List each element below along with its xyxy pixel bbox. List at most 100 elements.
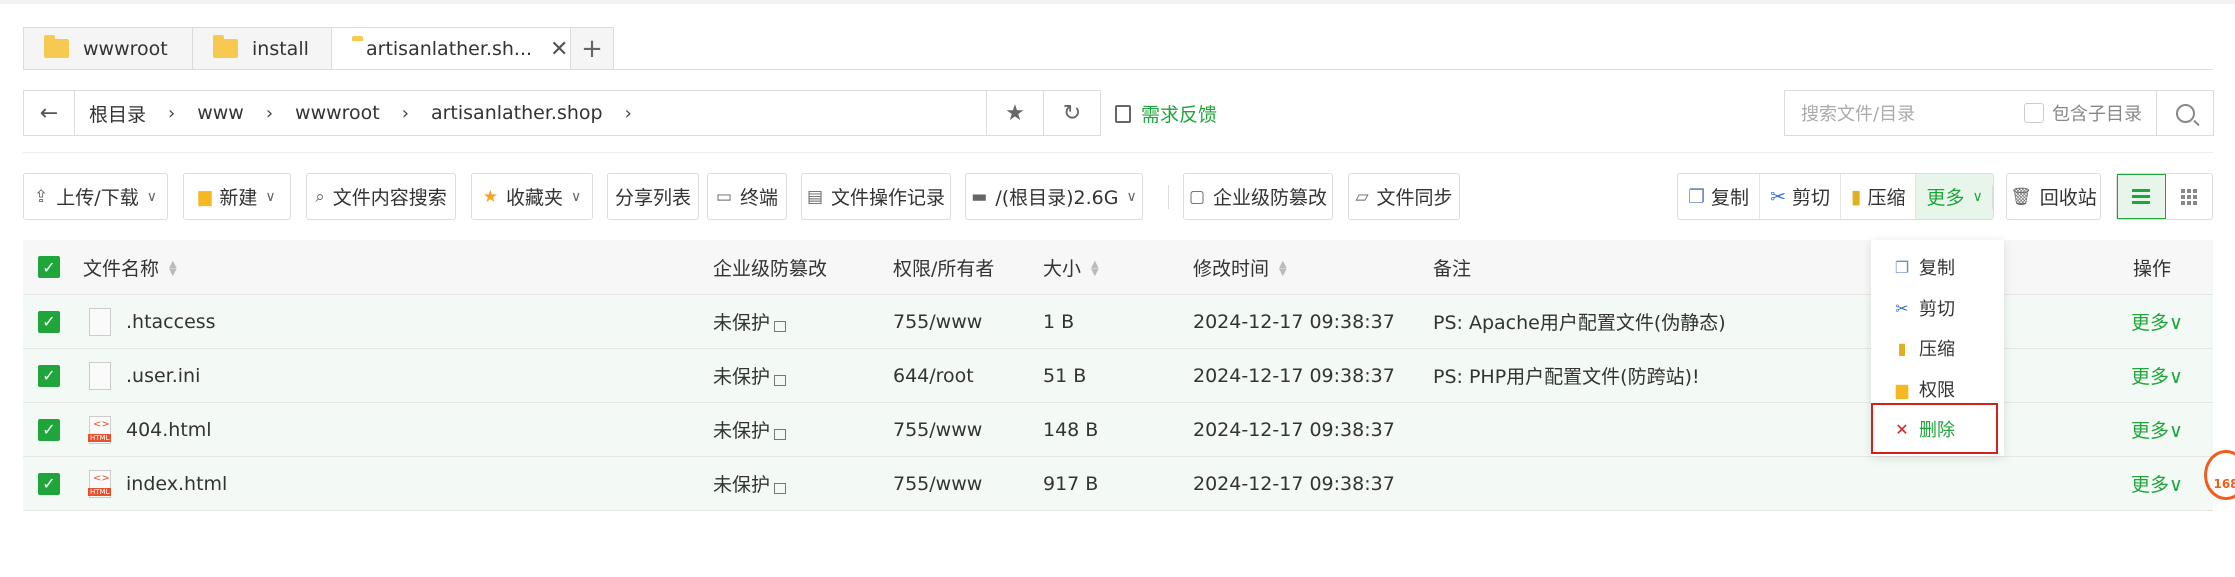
tamper-status[interactable]: 未保护 (713, 416, 787, 443)
grid-view-button[interactable] (2166, 174, 2213, 219)
chevron-down-icon: ∨ (571, 188, 582, 205)
favorites-button[interactable]: ★ 收藏夹 ∨ (471, 173, 593, 220)
perm-owner[interactable]: 755/www (893, 473, 982, 495)
favorites-label: 收藏夹 (505, 187, 563, 209)
more-label: 更多 (1926, 187, 1965, 209)
share-list-label: 分享列表 (614, 187, 691, 209)
row-checkbox[interactable]: ✓ (38, 364, 60, 387)
search-button[interactable] (2156, 91, 2213, 135)
menu-item-compress[interactable]: ▮ 压缩 (1893, 335, 1955, 361)
include-sub-checkbox[interactable] (2024, 103, 2044, 123)
search-box: 搜索文件/目录 包含子目录 (1784, 90, 2214, 136)
tab-divider (23, 69, 2213, 70)
file-size: 148 B (1043, 418, 1099, 441)
header-size[interactable]: 大小 ▲ ▼ (1043, 254, 1099, 281)
star-icon: ★ (482, 186, 498, 207)
op-log-button[interactable]: ▤ 文件操作记录 (801, 173, 951, 220)
zip-icon: ▮ (1897, 338, 1907, 358)
disk-select[interactable]: ▬ /(根目录)2.6G ∨ (965, 173, 1143, 220)
menu-label: 复制 (1919, 258, 1955, 279)
more-button[interactable]: 更多 ∨ (1916, 174, 1993, 219)
tab-label: artisanlather.sh... (366, 38, 533, 60)
tab-bar: wwwroot install artisanlather.sh... ✕ + (23, 27, 614, 70)
star-icon[interactable]: ★ (987, 91, 1044, 135)
upload-download-button[interactable]: ⇪ 上传/下载 ∨ (23, 173, 168, 220)
compress-button[interactable]: ▮ 压缩 (1841, 174, 1917, 219)
unlock-icon (774, 375, 787, 386)
recycle-bin-button[interactable]: 🗑 回收站 (2006, 173, 2101, 220)
header-name[interactable]: 文件名称 ▲ ▼ (83, 254, 177, 281)
copy-button[interactable]: ❐ 复制 (1678, 174, 1761, 219)
tab-label: wwwroot (83, 37, 168, 60)
row-checkbox[interactable]: ✓ (38, 310, 60, 333)
cut-button[interactable]: ✂ 剪切 (1760, 174, 1841, 219)
batch-actions: ❐ 复制 ✂ 剪切 ▮ 压缩 更多 ∨ (1677, 173, 1994, 220)
refresh-icon[interactable]: ↻ (1044, 91, 1100, 135)
chevron-down-icon: ∨ (1126, 188, 1137, 205)
file-icon (89, 361, 111, 390)
path-bar: ← 根目录 › www › wwwroot › artisanlather.sh… (23, 90, 1101, 136)
crumb-site[interactable]: artisanlather.shop (431, 102, 603, 124)
row-checkbox[interactable]: ✓ (38, 472, 60, 495)
modified-time: 2024-12-17 09:38:37 (1193, 310, 1395, 333)
file-name[interactable]: index.html (126, 473, 227, 495)
row-more-button[interactable]: 更多∨ (2131, 470, 2183, 497)
feedback-link[interactable]: 需求反馈 (1115, 100, 1217, 127)
recycle-label: 回收站 (2039, 187, 2097, 209)
perm-owner[interactable]: 644/root (893, 365, 974, 387)
note: PS: PHP用户配置文件(防跨站)! (1433, 366, 1700, 388)
header-note: 备注 (1433, 257, 1472, 280)
file-name[interactable]: .htaccess (126, 311, 216, 333)
tamper-button[interactable]: ▢ 企业级防篡改 (1183, 173, 1333, 220)
folder-icon (44, 35, 69, 58)
menu-label: 权限 (1919, 380, 1955, 401)
crumb-wwwroot[interactable]: wwwroot (295, 102, 380, 124)
content-search-button[interactable]: ⌕ 文件内容搜索 (306, 173, 456, 220)
search-input[interactable]: 搜索文件/目录 (1785, 100, 2024, 126)
table-row[interactable]: ✓ index.html 未保护 755/www 917 B 2024-12-1… (23, 457, 2213, 511)
folder-icon (213, 35, 238, 58)
perm-owner[interactable]: 755/www (893, 311, 982, 333)
breadcrumb[interactable]: 根目录 › www › wwwroot › artisanlather.shop… (75, 91, 987, 135)
tab-artisanlather[interactable]: artisanlather.sh... ✕ (331, 27, 571, 70)
folder-key-icon: ▆ (1895, 379, 1909, 399)
header-mtime[interactable]: 修改时间 ▲ ▼ (1193, 254, 1287, 281)
tamper-status[interactable]: 未保护 (713, 308, 787, 335)
row-more-button[interactable]: 更多∨ (2131, 416, 2183, 443)
tab-wwwroot[interactable]: wwwroot (23, 27, 193, 69)
row-more-button[interactable]: 更多∨ (2131, 308, 2183, 335)
back-arrow-icon[interactable]: ← (24, 91, 75, 135)
tab-install[interactable]: install (192, 27, 332, 69)
sync-button[interactable]: ▱ 文件同步 (1348, 173, 1460, 220)
terminal-button[interactable]: ▭ 终端 (707, 173, 787, 220)
file-icon (89, 307, 111, 336)
tamper-status[interactable]: 未保护 (713, 362, 787, 389)
view-toggle (2116, 173, 2213, 220)
new-button[interactable]: ▆ 新建 ∨ (183, 173, 291, 220)
file-name[interactable]: 404.html (126, 419, 212, 441)
crumb-root[interactable]: 根目录 (89, 100, 146, 127)
include-sub-label: 包含子目录 (2052, 104, 2142, 125)
list-view-button[interactable] (2117, 174, 2166, 219)
tamper-text: 未保护 (713, 474, 771, 496)
row-checkbox[interactable]: ✓ (38, 418, 60, 441)
feedback-label: 需求反馈 (1141, 104, 1218, 126)
select-all-checkbox[interactable]: ✓ (38, 256, 60, 278)
menu-item-permission[interactable]: ▆ 权限 (1893, 376, 1955, 402)
chevron-right-icon: › (624, 102, 632, 124)
menu-item-cut[interactable]: ✂ 剪切 (1893, 295, 1955, 321)
perm-owner[interactable]: 755/www (893, 419, 982, 441)
file-name[interactable]: .user.ini (126, 365, 200, 387)
add-tab-button[interactable]: + (570, 27, 614, 69)
menu-item-copy[interactable]: ❐ 复制 (1893, 254, 1955, 280)
row-more-button[interactable]: 更多∨ (2131, 362, 2183, 389)
delete-highlight-box (1871, 403, 1998, 454)
divider (23, 152, 2213, 153)
chevron-right-icon: › (401, 102, 409, 124)
close-icon[interactable]: ✕ (550, 37, 568, 62)
cut-label: 剪切 (1791, 187, 1830, 209)
share-list-button[interactable]: 分享列表 (607, 173, 699, 220)
tamper-status[interactable]: 未保护 (713, 470, 787, 497)
crumb-www[interactable]: www (197, 102, 244, 124)
tamper-text: 未保护 (713, 420, 771, 442)
